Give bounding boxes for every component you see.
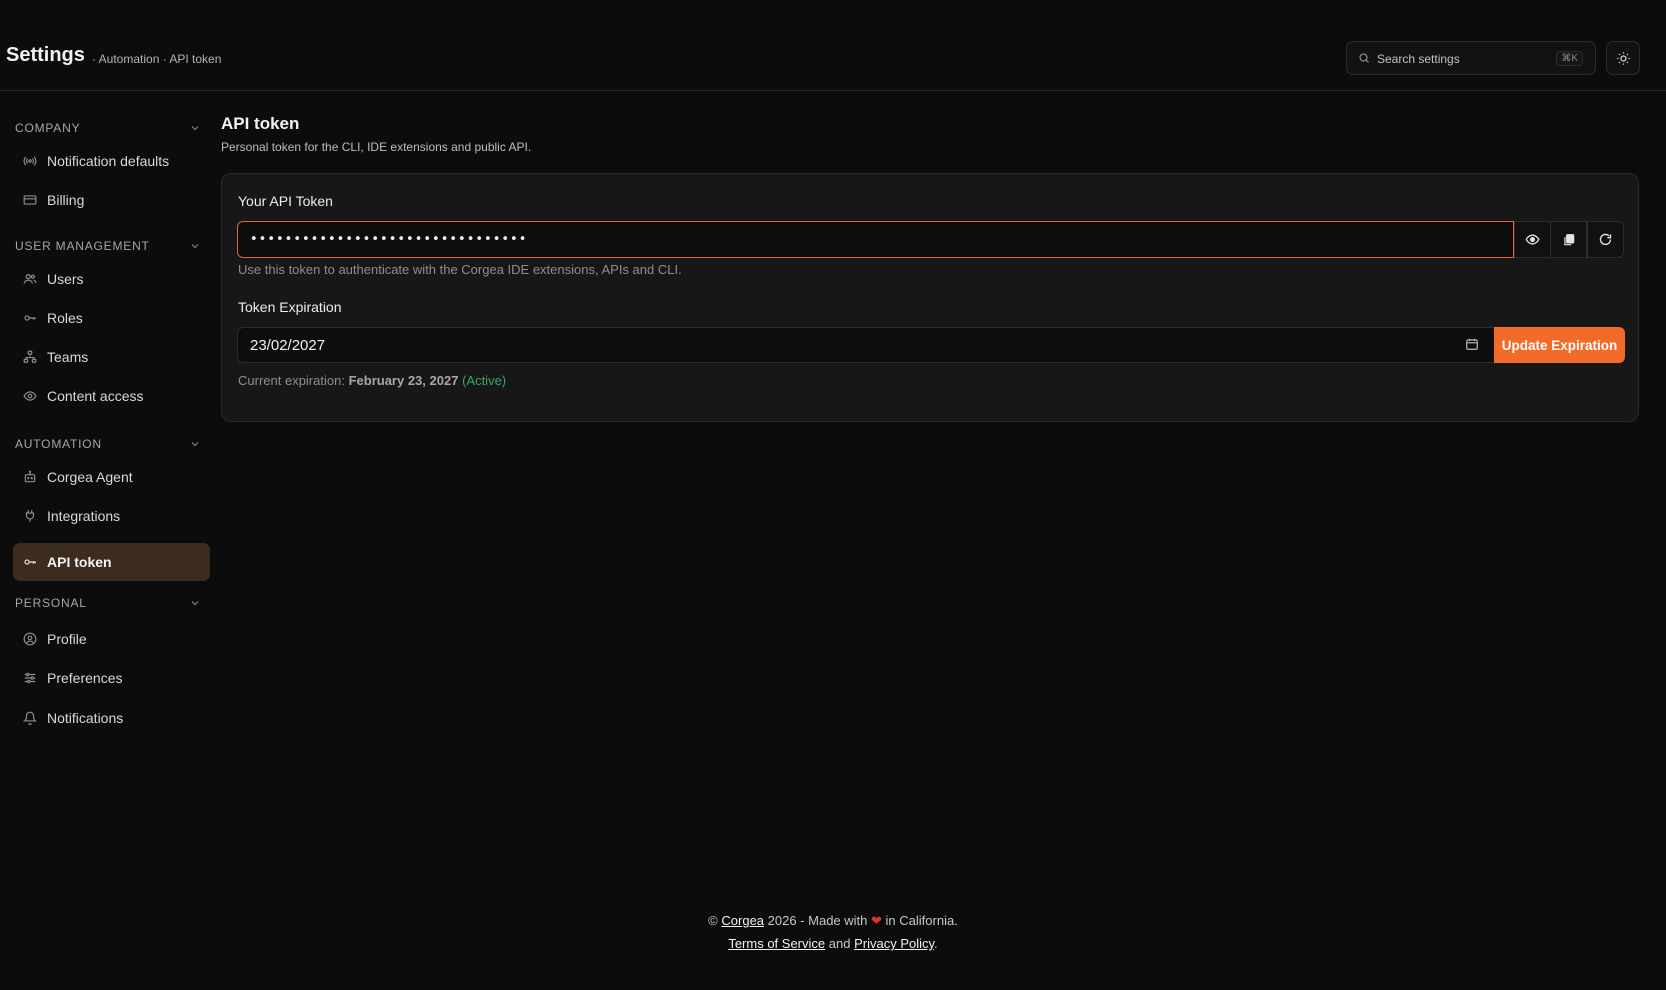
privacy-link[interactable]: Privacy Policy <box>854 936 934 951</box>
user-circle-icon <box>23 632 39 646</box>
sidebar-item-label: Roles <box>47 310 83 326</box>
sidebar-item-billing[interactable]: Billing <box>13 181 210 219</box>
expiration-date-input[interactable] <box>237 327 1495 363</box>
sidebar-item-label: Corgea Agent <box>47 469 133 485</box>
calendar-icon[interactable] <box>1465 337 1479 351</box>
org-chart-icon <box>23 350 39 364</box>
brand-link[interactable]: Corgea <box>721 913 764 928</box>
status-badge: (Active) <box>462 373 507 388</box>
sidebar-item-users[interactable]: Users <box>13 260 210 298</box>
bell-icon <box>23 711 39 725</box>
token-field-group <box>237 221 1625 258</box>
shortcut-hint: ⌘K <box>1556 51 1583 66</box>
sidebar-item-label: Preferences <box>47 670 123 686</box>
sidebar-item-notification-defaults[interactable]: Notification defaults <box>13 142 210 180</box>
regenerate-token-button[interactable] <box>1587 221 1624 258</box>
chevron-down-icon <box>189 438 201 450</box>
reveal-token-button[interactable] <box>1514 221 1551 258</box>
footer-line-2: Terms of Service and Privacy Policy. <box>0 932 1666 955</box>
sidebar-group-personal[interactable]: PERSONAL <box>15 593 201 613</box>
eye-icon <box>23 389 39 403</box>
terms-link[interactable]: Terms of Service <box>728 936 825 951</box>
sidebar-item-preferences[interactable]: Preferences <box>13 659 210 697</box>
copyright-symbol: © <box>708 913 718 928</box>
current-expiration: Current expiration: February 23, 2027 (A… <box>238 373 506 388</box>
refresh-icon <box>1598 232 1613 247</box>
expiration-label: Token Expiration <box>238 299 342 315</box>
key-icon <box>23 555 39 569</box>
chevron-down-icon <box>189 240 201 252</box>
token-help-text: Use this token to authenticate with the … <box>238 262 682 277</box>
chevron-down-icon <box>189 597 201 609</box>
sidebar-item-label: Teams <box>47 349 89 365</box>
section-title: API token <box>221 114 300 133</box>
expiration-date: February 23, 2027 <box>348 373 459 388</box>
theme-toggle-button[interactable] <box>1606 41 1640 75</box>
sidebar-item-label: Notification defaults <box>47 153 170 169</box>
search-input[interactable] <box>1377 49 1547 69</box>
sidebar-item-notifications[interactable]: Notifications <box>13 699 210 737</box>
sidebar-group-user-management[interactable]: USER MANAGEMENT <box>15 236 201 256</box>
and-text: and <box>828 936 851 951</box>
copy-token-button[interactable] <box>1550 221 1587 258</box>
sidebar-item-label: Integrations <box>47 508 121 524</box>
update-expiration-button[interactable]: Update Expiration <box>1494 327 1625 363</box>
broadcast-icon <box>23 154 39 168</box>
sidebar-item-label: Profile <box>47 631 87 647</box>
users-icon <box>23 272 39 286</box>
sidebar-group-automation[interactable]: AUTOMATION <box>15 434 201 454</box>
heart-icon: ❤ <box>871 913 882 928</box>
footer-line-1: © Corgea 2026 - Made with ❤ in Californi… <box>0 909 1666 932</box>
token-label: Your API Token <box>238 193 333 209</box>
api-token-input[interactable] <box>237 221 1514 258</box>
sun-icon <box>1616 51 1631 66</box>
page-title: Settings <box>6 44 85 66</box>
sidebar-item-teams[interactable]: Teams <box>13 338 210 376</box>
breadcrumb: · Automation · API token <box>92 52 222 66</box>
sidebar-item-corgea-agent[interactable]: Corgea Agent <box>13 458 210 496</box>
sidebar-item-profile[interactable]: Profile <box>13 620 210 658</box>
eye-icon <box>1525 232 1540 247</box>
expiration-field-group: Update Expiration <box>237 327 1625 363</box>
sidebar-item-label: Billing <box>47 192 85 208</box>
location-text: in California. <box>885 913 958 928</box>
sidebar-item-label: API token <box>47 554 112 570</box>
search-icon <box>1358 52 1370 64</box>
expiration-prefix: Current expiration: <box>238 373 345 388</box>
group-label: COMPANY <box>15 121 81 135</box>
sidebar-item-label: Content access <box>47 388 144 404</box>
made-with-text: 2026 - Made with <box>767 913 868 928</box>
group-label: AUTOMATION <box>15 437 102 451</box>
group-label: USER MANAGEMENT <box>15 239 150 253</box>
section-subtitle: Personal token for the CLI, IDE extensio… <box>221 140 532 154</box>
top-header: Settings · Automation · API token ⌘K <box>0 0 1666 91</box>
sidebar-group-company[interactable]: COMPANY <box>15 118 201 138</box>
period-text: . <box>934 936 938 951</box>
sliders-icon <box>23 671 39 685</box>
credit-card-icon <box>23 193 39 207</box>
chevron-down-icon <box>189 122 201 134</box>
sidebar-item-roles[interactable]: Roles <box>13 299 210 337</box>
plug-icon <box>23 509 39 523</box>
sidebar-item-label: Users <box>47 271 84 287</box>
search-box[interactable]: ⌘K <box>1346 41 1596 75</box>
sidebar-item-api-token[interactable]: API token <box>13 543 210 581</box>
sidebar-item-label: Notifications <box>47 710 124 726</box>
robot-icon <box>23 470 39 484</box>
sidebar-item-content-access[interactable]: Content access <box>13 377 210 415</box>
api-token-card: Your API Token Use this token to authent… <box>221 173 1639 422</box>
group-label: PERSONAL <box>15 596 87 610</box>
copy-icon <box>1562 233 1576 247</box>
key-icon <box>23 311 39 325</box>
sidebar-item-integrations[interactable]: Integrations <box>13 497 210 535</box>
footer: © Corgea 2026 - Made with ❤ in Californi… <box>0 909 1666 955</box>
